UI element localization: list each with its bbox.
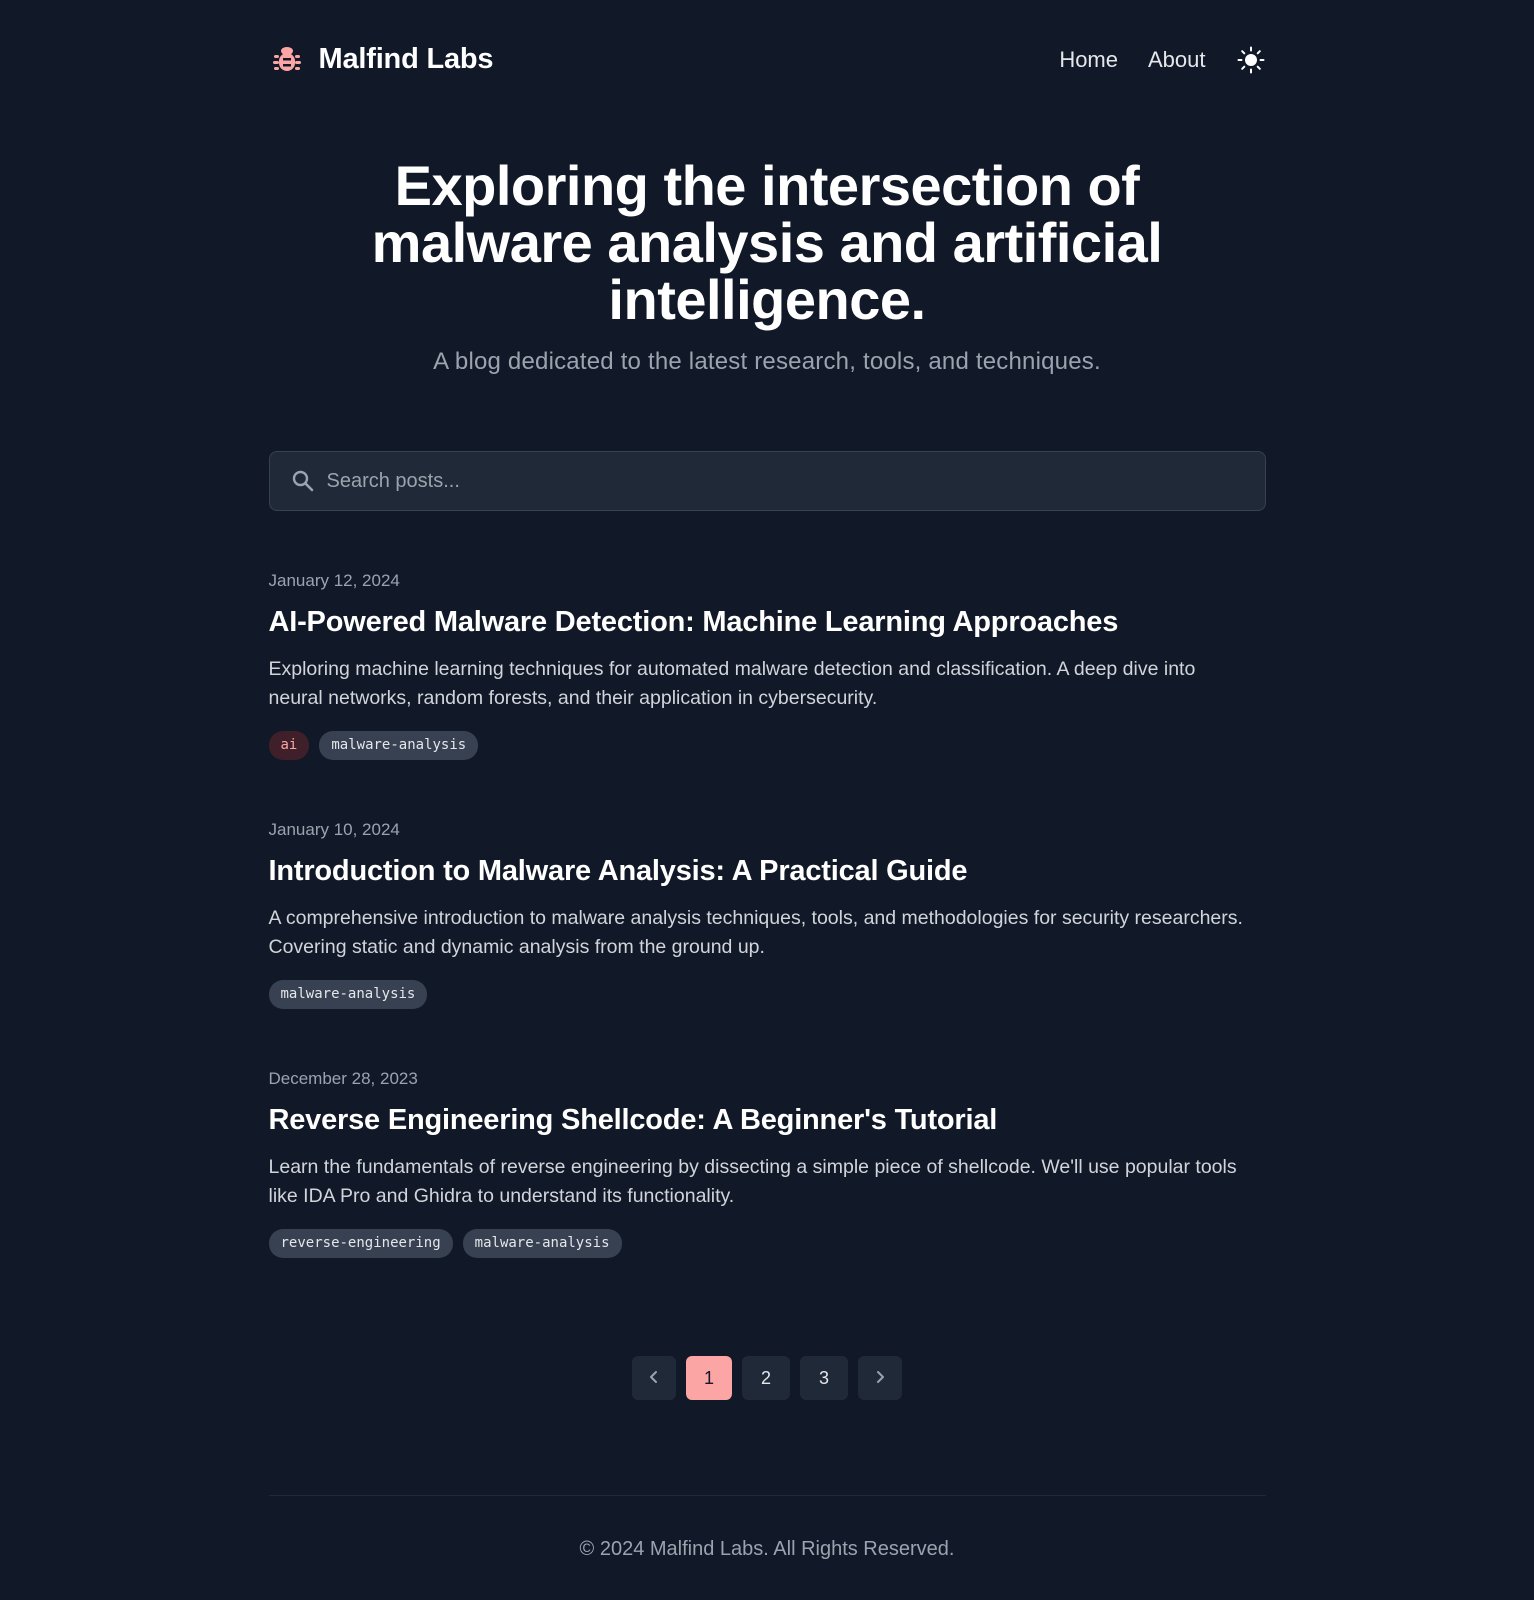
post-date: December 28, 2023 xyxy=(268,1069,418,1088)
prev-page-button[interactable] xyxy=(632,1356,676,1400)
hero-title: Exploring the intersection of malware an… xyxy=(371,154,1163,331)
post-title-link[interactable]: Reverse Engineering Shellcode: A Beginne… xyxy=(269,1103,1266,1137)
page: Malfind Labs Home About Exploring the in… xyxy=(268,0,1266,1561)
post-tags: malware-analysis xyxy=(268,980,1266,1009)
page-button-2[interactable]: 2 xyxy=(742,1356,790,1400)
post-tags: ai malware-analysis xyxy=(268,731,1266,760)
nav-about-link[interactable]: About xyxy=(1148,47,1206,73)
post-excerpt: Learn the fundamentals of reverse engine… xyxy=(268,1156,1237,1207)
footer-divider xyxy=(268,1495,1266,1496)
brand[interactable]: Malfind Labs xyxy=(269,41,494,77)
post-tags: reverse-engineering malware-analysis xyxy=(268,1229,1266,1258)
post-item: January 12, 2024 AI-Powered Malware Dete… xyxy=(268,571,1266,820)
footer-copyright: © 2024 Malfind Labs. All Rights Reserved… xyxy=(579,1538,955,1560)
sun-icon[interactable] xyxy=(1236,45,1266,75)
post-excerpt: A comprehensive introduction to malware … xyxy=(268,907,1243,958)
site-header: Malfind Labs Home About xyxy=(269,0,1266,120)
post-item: January 10, 2024 Introduction to Malware… xyxy=(268,820,1266,1069)
page-button-1[interactable]: 1 xyxy=(686,1356,732,1400)
nav-home-link[interactable]: Home xyxy=(1059,47,1118,73)
tag-ai[interactable]: ai xyxy=(268,731,310,760)
post-date: January 12, 2024 xyxy=(268,571,400,590)
chevron-right-icon xyxy=(874,1368,886,1389)
search-bar xyxy=(268,451,1266,511)
hero-subtitle: A blog dedicated to the latest research,… xyxy=(433,348,1101,375)
tag-reverse-engineering[interactable]: reverse-engineering xyxy=(268,1229,453,1258)
post-title-link[interactable]: Introduction to Malware Analysis: A Prac… xyxy=(269,854,1266,888)
pagination: 1 2 3 xyxy=(269,1356,1266,1400)
tag-malware-analysis[interactable]: malware-analysis xyxy=(268,980,428,1009)
tag-malware-analysis[interactable]: malware-analysis xyxy=(319,731,479,760)
bug-icon xyxy=(269,41,305,77)
chevron-left-icon xyxy=(648,1368,660,1389)
page-button-3[interactable]: 3 xyxy=(800,1356,848,1400)
hero: Exploring the intersection of malware an… xyxy=(269,120,1266,376)
search-icon xyxy=(291,469,315,493)
post-title-link[interactable]: AI-Powered Malware Detection: Machine Le… xyxy=(269,605,1266,639)
post-excerpt: Exploring machine learning techniques fo… xyxy=(268,658,1196,709)
next-page-button[interactable] xyxy=(858,1356,902,1400)
tag-malware-analysis[interactable]: malware-analysis xyxy=(462,1229,622,1258)
main-nav: Home About xyxy=(1059,45,1265,75)
search-input[interactable] xyxy=(326,469,1265,493)
brand-name: Malfind Labs xyxy=(318,42,494,75)
post-list: January 12, 2024 AI-Powered Malware Dete… xyxy=(268,571,1266,1318)
post-date: January 10, 2024 xyxy=(268,820,400,839)
post-item: December 28, 2023 Reverse Engineering Sh… xyxy=(268,1069,1266,1318)
